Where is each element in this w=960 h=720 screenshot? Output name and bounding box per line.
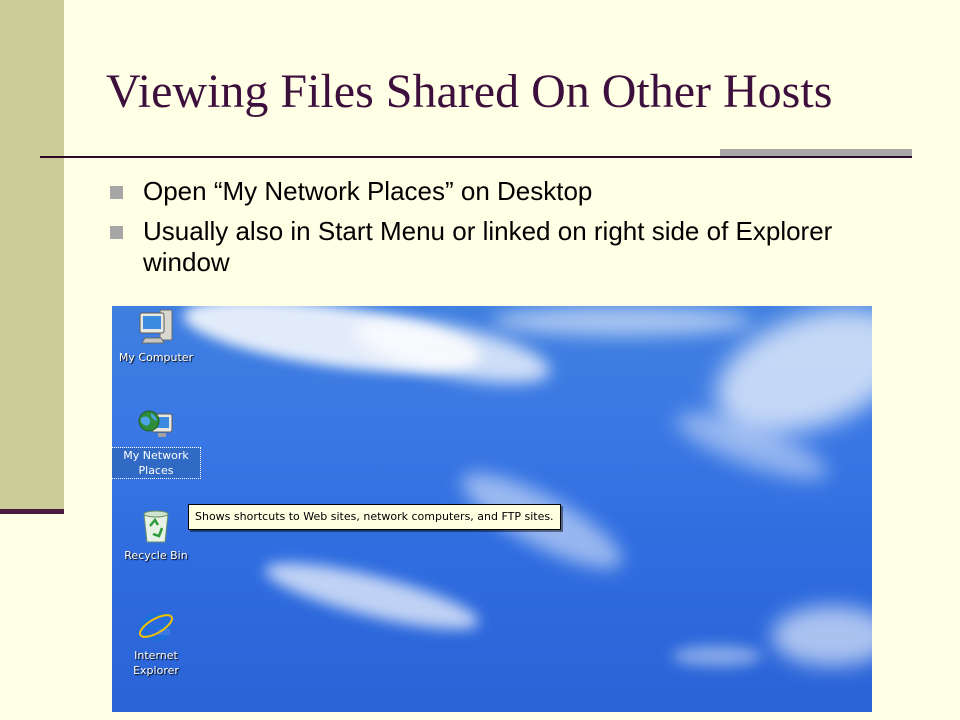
bullet-square-icon xyxy=(110,226,123,239)
bullet-square-icon xyxy=(110,186,123,199)
network-globe-icon xyxy=(138,410,173,437)
bullet-list: Open “My Network Places” on Desktop Usua… xyxy=(106,176,896,287)
slide-side-band xyxy=(0,0,64,512)
title-rule xyxy=(40,156,912,158)
desktop-icon-label: Internet Explorer xyxy=(133,649,179,677)
slide-title: Viewing Files Shared On Other Hosts xyxy=(106,65,833,118)
bullet-text: Usually also in Start Menu or linked on … xyxy=(143,216,833,277)
side-band-accent xyxy=(0,509,64,514)
bullet-item: Usually also in Start Menu or linked on … xyxy=(106,216,896,278)
internet-explorer-icon xyxy=(139,612,173,642)
bullet-text: Open “My Network Places” on Desktop xyxy=(143,176,593,206)
desktop-icon-internet-explorer[interactable]: Internet Explorer xyxy=(112,606,202,679)
desktop-icon-label: Recycle Bin xyxy=(124,549,188,562)
recycle-bin-icon xyxy=(143,510,169,543)
desktop-icon-label: My Computer xyxy=(118,351,194,364)
desktop-icon-label: My Network Places xyxy=(112,447,201,479)
network-places-tooltip: Shows shortcuts to Web sites, network co… xyxy=(188,504,561,530)
computer-icon xyxy=(139,309,173,344)
bullet-item: Open “My Network Places” on Desktop xyxy=(106,176,896,207)
desktop-icon-my-network-places[interactable]: My Network Places xyxy=(112,406,202,479)
desktop-icon-my-computer[interactable]: My Computer xyxy=(112,308,202,366)
title-rule-accent xyxy=(720,149,912,156)
desktop-screenshot: My Computer My Network Places Recycle Bi… xyxy=(112,306,872,712)
